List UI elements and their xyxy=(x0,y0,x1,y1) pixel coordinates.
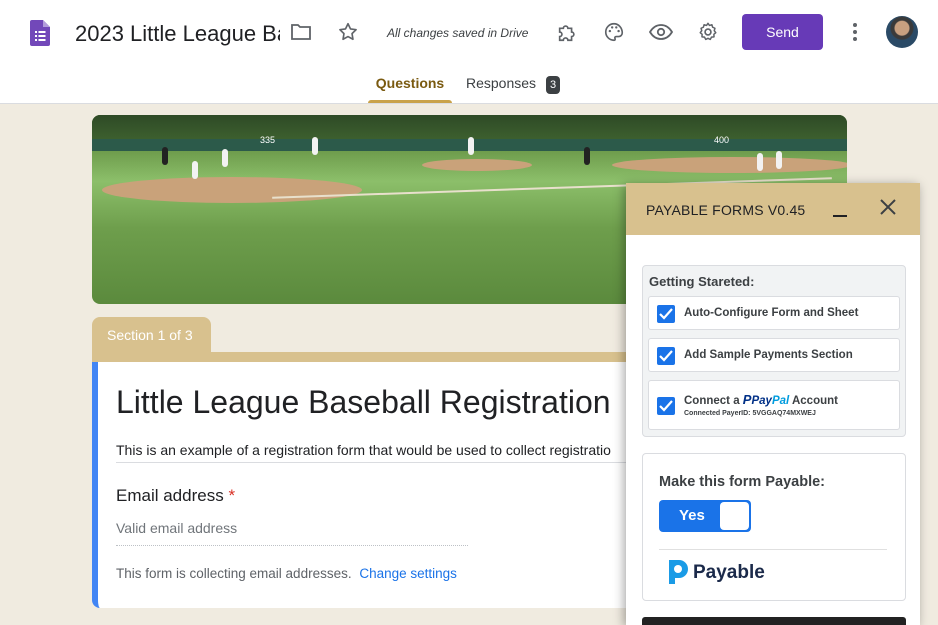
sample-payments-label: Add Sample Payments Section xyxy=(684,349,853,361)
banner-sign-left: 335 xyxy=(260,135,276,145)
paypal-pay: Pay xyxy=(751,395,772,407)
change-settings-link[interactable]: Change settings xyxy=(359,566,457,581)
payable-prompt: Make this form Payable: xyxy=(659,474,825,490)
payable-forms-panel: PAYABLE FORMS V0.45 Getting Stareted: Au… xyxy=(626,183,920,625)
getting-started-box: Getting Stareted: Auto-Configure Form an… xyxy=(642,265,906,437)
payable-brand-name: Payable xyxy=(693,562,765,583)
tab-responses-label: Responses xyxy=(466,75,537,91)
panel-action-bar[interactable] xyxy=(642,617,906,625)
payable-divider xyxy=(659,549,887,550)
tab-questions[interactable]: Questions xyxy=(368,75,452,103)
minimize-icon[interactable] xyxy=(832,205,848,217)
connect-prefix: Connect a xyxy=(684,395,740,407)
form-title-card[interactable]: Little League Baseball Registration This… xyxy=(92,362,652,608)
email-field[interactable]: Valid email address xyxy=(116,520,468,546)
palette-icon[interactable] xyxy=(602,20,626,44)
close-icon[interactable] xyxy=(878,197,898,217)
list-item[interactable]: Add Sample Payments Section xyxy=(648,338,900,372)
checkbox-sample-payments[interactable] xyxy=(657,347,675,365)
required-mark: * xyxy=(228,486,236,505)
paypal-pal: Pal xyxy=(771,395,790,407)
tab-questions-label: Questions xyxy=(375,75,445,91)
email-label: Email address * xyxy=(116,486,235,506)
collecting-text: This form is collecting email addresses. xyxy=(116,566,352,581)
payable-logo-icon xyxy=(669,560,688,584)
card-top-border xyxy=(92,352,652,362)
toggle-label: Yes xyxy=(679,507,705,524)
star-icon[interactable] xyxy=(336,20,360,44)
preview-eye-icon[interactable] xyxy=(649,20,673,44)
folder-icon[interactable] xyxy=(289,20,313,44)
tab-responses[interactable]: Responses xyxy=(466,75,536,103)
banner-player xyxy=(312,137,318,155)
save-status: All changes saved in Drive xyxy=(387,26,529,40)
getting-started-title: Getting Stareted: xyxy=(649,274,755,289)
banner-player xyxy=(584,147,590,165)
list-item[interactable]: Connect a PPayPal Account Connected Paye… xyxy=(648,380,900,430)
send-button[interactable]: Send xyxy=(742,14,823,50)
more-vert-icon[interactable] xyxy=(843,20,867,44)
connect-paypal-label: Connect a PPayPal Account xyxy=(684,392,838,407)
toggle-knob xyxy=(720,502,749,530)
paypal-logo-icon: PPayPal xyxy=(742,392,790,407)
checkbox-connect-paypal[interactable] xyxy=(657,397,675,415)
email-label-text: Email address xyxy=(116,486,224,505)
banner-player xyxy=(757,153,763,171)
banner-player xyxy=(776,151,782,169)
form-description[interactable]: This is an example of a registration for… xyxy=(116,442,652,458)
user-avatar[interactable] xyxy=(886,16,918,48)
list-item[interactable]: Auto-Configure Form and Sheet xyxy=(648,296,900,330)
banner-mound-dirt xyxy=(422,159,532,171)
form-title[interactable]: Little League Baseball Registration xyxy=(116,384,611,421)
checkbox-autoconfigure[interactable] xyxy=(657,305,675,323)
payable-toggle[interactable]: Yes xyxy=(659,500,751,532)
document-title[interactable]: 2023 Little League Baseball Registration xyxy=(75,19,280,49)
autoconfigure-label: Auto-Configure Form and Sheet xyxy=(684,307,859,319)
payable-toggle-box: Make this form Payable: Yes Payable xyxy=(642,453,906,601)
section-indicator: Section 1 of 3 xyxy=(92,317,211,355)
banner-player xyxy=(162,147,168,165)
banner-player xyxy=(222,149,228,167)
connect-suffix: Account xyxy=(791,395,838,407)
panel-header: PAYABLE FORMS V0.45 xyxy=(626,183,920,235)
email-collection-note: This form is collecting email addresses.… xyxy=(116,566,457,581)
forms-logo-icon[interactable] xyxy=(30,20,50,46)
panel-title: PAYABLE FORMS V0.45 xyxy=(646,202,806,218)
payer-id: Connected PayerID: 5VGGAQ74MXWEJ xyxy=(684,410,816,417)
settings-gear-icon[interactable] xyxy=(696,20,720,44)
banner-player xyxy=(192,161,198,179)
banner-sign-right: 400 xyxy=(714,135,730,145)
description-divider xyxy=(116,462,652,463)
banner-infield-dirt xyxy=(102,177,362,203)
banner-player xyxy=(468,137,474,155)
addon-puzzle-icon[interactable] xyxy=(555,20,579,44)
top-bar: 2023 Little League Baseball Registration… xyxy=(0,0,938,104)
responses-count-badge: 3 xyxy=(546,76,560,94)
banner-base-dirt xyxy=(612,157,847,173)
